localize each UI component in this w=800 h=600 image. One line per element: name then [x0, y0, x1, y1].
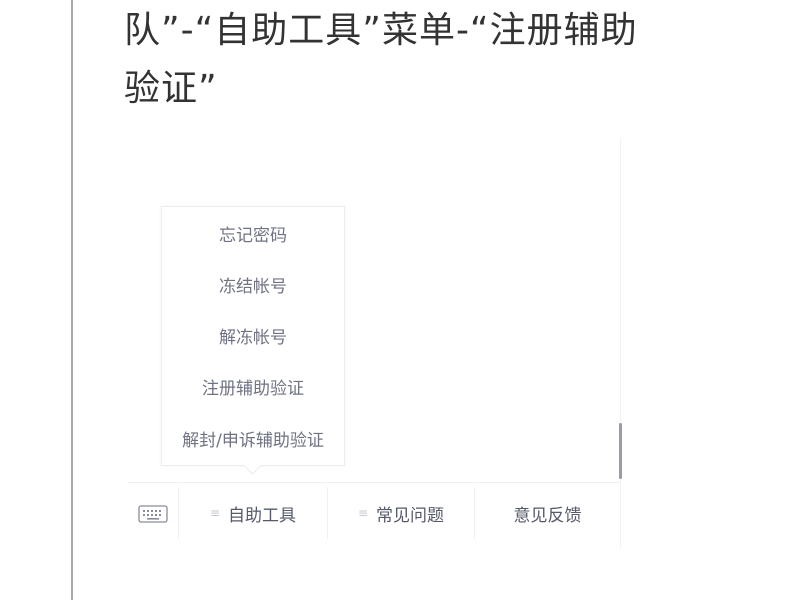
bottom-menu-bar: ≡ 自助工具 ≡ 常见问题 意见反馈 [128, 482, 620, 543]
tab-feedback[interactable]: 意见反馈 [475, 483, 620, 543]
tab-label: 自助工具 [228, 505, 297, 526]
tab-label: 常见问题 [376, 505, 445, 526]
menu-lines-icon: ≡ [357, 506, 369, 520]
menu-item-register-verification[interactable]: 注册辅助验证 [162, 377, 344, 401]
article-heading: 队”-“自助工具”菜单-“注册辅助 验证” [124, 2, 764, 118]
heading-line-2: 验证” [124, 68, 218, 109]
page: 队”-“自助工具”菜单-“注册辅助 验证” 忘记密码 冻结帐号 解冻帐号 注册辅… [0, 0, 800, 600]
heading-line-1: 队”-“自助工具”菜单-“注册辅助 [124, 10, 638, 51]
left-border-rule [71, 0, 73, 600]
menu-item-forgot-password[interactable]: 忘记密码 [162, 224, 344, 248]
menu-lines-icon: ≡ [209, 506, 221, 520]
menu-item-appeal-verification[interactable]: 解封/申诉辅助验证 [162, 429, 344, 453]
scrollbar-thumb[interactable] [619, 423, 622, 479]
tab-faq[interactable]: ≡ 常见问题 [328, 483, 474, 543]
tab-self-service-tools[interactable]: ≡ 自助工具 [179, 483, 327, 543]
keyboard-toggle-button[interactable] [128, 483, 178, 543]
menu-item-freeze-account[interactable]: 冻结帐号 [162, 275, 344, 299]
keyboard-icon [138, 505, 168, 523]
self-service-popup-menu: 忘记密码 冻结帐号 解冻帐号 注册辅助验证 解封/申诉辅助验证 [161, 206, 345, 466]
menu-item-unfreeze-account[interactable]: 解冻帐号 [162, 326, 344, 350]
tab-label: 意见反馈 [513, 505, 582, 526]
